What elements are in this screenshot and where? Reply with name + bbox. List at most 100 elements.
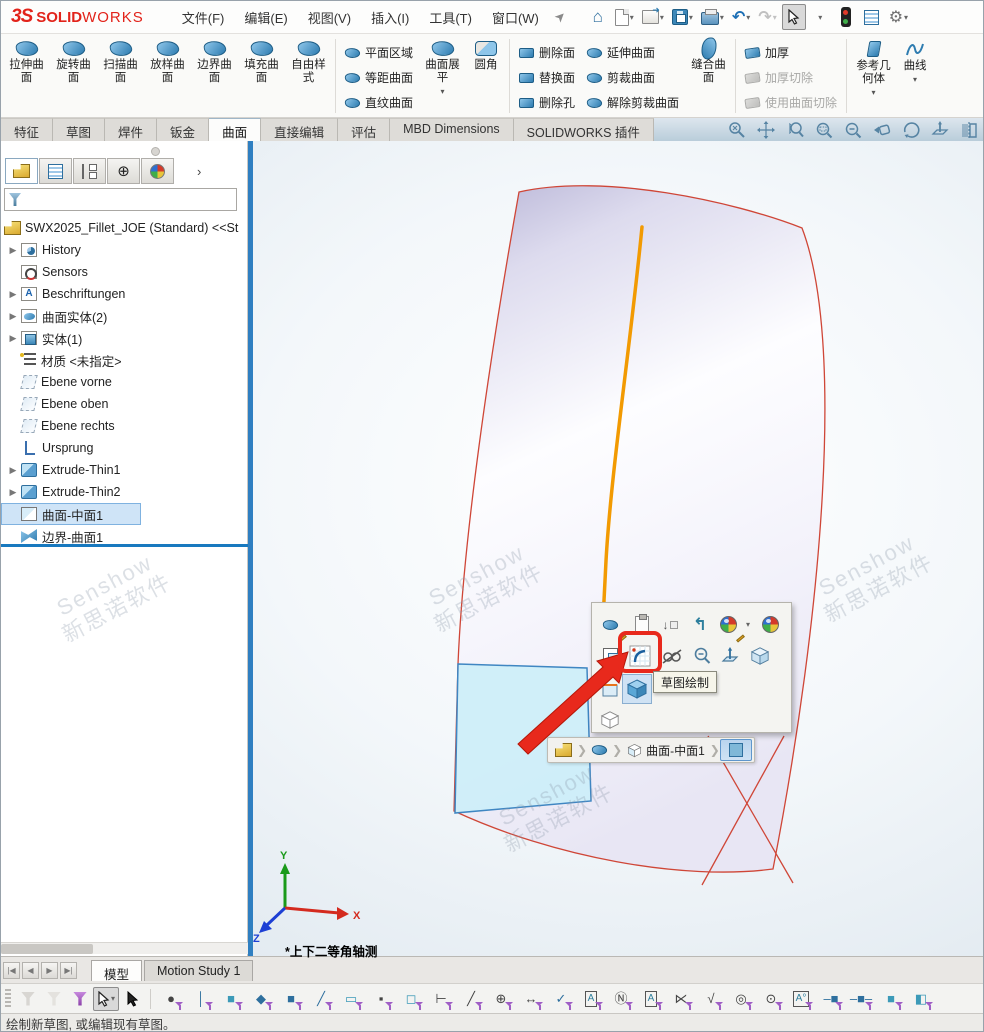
tree-item-origin[interactable]: Ursprung (1, 437, 248, 459)
filter-dimensions[interactable]: ↔ (516, 987, 546, 1011)
breadcrumb-face-selected[interactable] (720, 739, 752, 761)
filter-routing-points[interactable]: –■– (846, 987, 876, 1011)
filter-edges[interactable]: │ (186, 987, 216, 1011)
toolbar-grip[interactable] (5, 989, 11, 1009)
ruled-surface-button[interactable]: 直纹曲面 (339, 90, 419, 115)
command-manager-toggle-button[interactable] (860, 4, 884, 30)
feature-tree-filter-box[interactable] (4, 188, 237, 211)
select-tool-button[interactable] (782, 4, 806, 30)
revolved-surface-button[interactable]: 旋转曲面 (50, 36, 97, 114)
tab-model[interactable]: 模型 (91, 960, 142, 981)
view-orientation-icon[interactable] (746, 642, 774, 669)
delete-hole-button[interactable]: 删除孔 (513, 90, 581, 115)
filter-balloons[interactable]: Ⓝ (606, 987, 636, 1011)
toggle-selection-filters-icon[interactable] (67, 987, 93, 1011)
display-manager-tab[interactable] (141, 158, 174, 184)
breadcrumb-part[interactable] (550, 741, 577, 759)
tab-features[interactable]: 特征 (1, 118, 53, 141)
home-button[interactable]: ⌂ (586, 4, 610, 30)
tree-item-extrude-thin2[interactable]: ▶ Extrude-Thin2 (1, 481, 248, 503)
tab-sheet-metal[interactable]: 钣金 (157, 118, 209, 141)
zoom-area-icon[interactable] (812, 119, 836, 140)
expand-arrow[interactable]: ▶ (5, 245, 21, 256)
tab-evaluate[interactable]: 评估 (338, 118, 390, 141)
tree-root-part[interactable]: SWX2025_Fillet_JOE (Standard) <<St (1, 217, 248, 239)
zoom-to-selection-icon[interactable] (688, 642, 716, 669)
tab-sketch[interactable]: 草图 (53, 118, 105, 141)
delete-face-button[interactable]: 删除面 (513, 40, 581, 65)
filter-connection-points[interactable]: –■ (816, 987, 846, 1011)
expand-arrow[interactable]: ▶ (5, 487, 21, 498)
tree-item-top-plane[interactable]: Ebene oben (1, 393, 248, 415)
menu-file[interactable]: 文件(F) (172, 2, 235, 33)
options-button[interactable]: ⚙▾ (886, 4, 911, 30)
menu-window[interactable]: 窗口(W) (482, 2, 549, 33)
filter-surface-finish[interactable]: √ (696, 987, 726, 1011)
offset-surface-button[interactable]: 等距曲面 (339, 65, 419, 90)
tree-item-annotations[interactable]: ▶ Beschriftungen (1, 283, 248, 305)
menu-view[interactable]: 视图(V) (298, 2, 361, 33)
nav-last-button[interactable]: ▶| (60, 962, 77, 979)
shaded-view-button[interactable] (622, 674, 652, 704)
freeform-button[interactable]: 自由样式 (285, 36, 332, 114)
dimxpert-manager-tab[interactable]: ⊕ (107, 158, 140, 184)
tree-item-right-plane[interactable]: Ebene rechts (1, 415, 248, 437)
filter-planes[interactable]: ▭ (336, 987, 366, 1011)
material-sphere-icon[interactable] (756, 611, 784, 638)
redo-button[interactable]: ↷▾ (755, 4, 779, 30)
breadcrumb-feature[interactable]: 曲面-中面1 (622, 740, 710, 761)
filled-surface-button[interactable]: 填充曲面 (238, 36, 285, 114)
panel-collapse-handle[interactable] (151, 147, 160, 156)
expand-arrow[interactable]: ▶ (5, 289, 21, 300)
flatten-caret[interactable]: ▾ (441, 87, 445, 96)
filter-annotations[interactable]: ✓ (546, 987, 576, 1011)
cut-with-surface-button[interactable]: 使用曲面切除 (739, 90, 843, 115)
tree-item-sensors[interactable]: Sensors (1, 261, 248, 283)
filter-selection[interactable]: ■ (876, 987, 906, 1011)
filter-notes[interactable]: A (576, 987, 606, 1011)
filter-datums[interactable]: A (636, 987, 666, 1011)
lofted-surface-button[interactable]: 放样曲面 (144, 36, 191, 114)
tree-item-extrude-thin1[interactable]: ▶ Extrude-Thin1 (1, 459, 248, 481)
magnetic-lines[interactable]: ◧ (906, 987, 936, 1011)
filter-axes[interactable]: ╱ (456, 987, 486, 1011)
nav-prev-button[interactable]: ◀ (22, 962, 39, 979)
extend-surface-button[interactable]: 延伸曲面 (581, 40, 685, 65)
edit-appearance-icon[interactable] (714, 611, 742, 638)
pin-menu-icon[interactable]: ➤ (551, 7, 570, 26)
feature-manager-tab[interactable] (5, 158, 38, 184)
tab-surfaces[interactable]: 曲面 (209, 118, 261, 141)
tree-item-midsurface1[interactable]: 曲面-中面1 (1, 503, 141, 525)
thicken-button[interactable]: 加厚 (739, 40, 843, 65)
curves-caret[interactable]: ▾ (913, 75, 917, 84)
untrim-surface-button[interactable]: 解除剪裁曲面 (581, 90, 685, 115)
filter-faces[interactable]: ■ (216, 987, 246, 1011)
normal-to-icon[interactable] (928, 119, 952, 140)
tree-item-front-plane[interactable]: Ebene vorne (1, 371, 248, 393)
knit-surface-button[interactable]: 缝合曲面 (685, 36, 732, 114)
nav-first-button[interactable]: |◀ (3, 962, 20, 979)
save-button[interactable]: ▾ (669, 4, 696, 30)
zoom-fit-icon[interactable] (725, 119, 749, 140)
replace-face-button[interactable]: 替换面 (513, 65, 581, 90)
tab-motion-study-1[interactable]: Motion Study 1 (144, 960, 253, 981)
rollback-icon[interactable]: ↰ (686, 611, 714, 638)
expand-arrow[interactable]: ▶ (5, 311, 21, 322)
thickened-cut-button[interactable]: 加厚切除 (739, 65, 843, 90)
appearance-caret[interactable]: ▾ (742, 611, 754, 638)
select-caret[interactable]: ▾ (111, 994, 115, 1003)
menu-edit[interactable]: 编辑(E) (234, 2, 297, 33)
trim-surface-button[interactable]: 剪裁曲面 (581, 65, 685, 90)
filter-sketch-segments[interactable]: ╱ (306, 987, 336, 1011)
filter-surface-bodies[interactable]: ◆ (246, 987, 276, 1011)
configuration-manager-tab[interactable] (73, 158, 106, 184)
select-tool-caret[interactable]: ▾ (808, 4, 832, 30)
zoom-in-out-icon[interactable] (783, 119, 807, 140)
new-document-button[interactable]: ▾ (612, 4, 637, 30)
boundary-surface-button[interactable]: 边界曲面 (191, 36, 238, 114)
options-caret[interactable]: ▾ (904, 13, 908, 22)
pan-icon[interactable] (754, 119, 778, 140)
reference-geometry-caret[interactable]: ▾ (872, 88, 876, 97)
tree-item-material[interactable]: 材质 <未指定> (1, 349, 248, 371)
reference-geometry-button[interactable]: 参考几何体 ▾ (850, 36, 897, 114)
